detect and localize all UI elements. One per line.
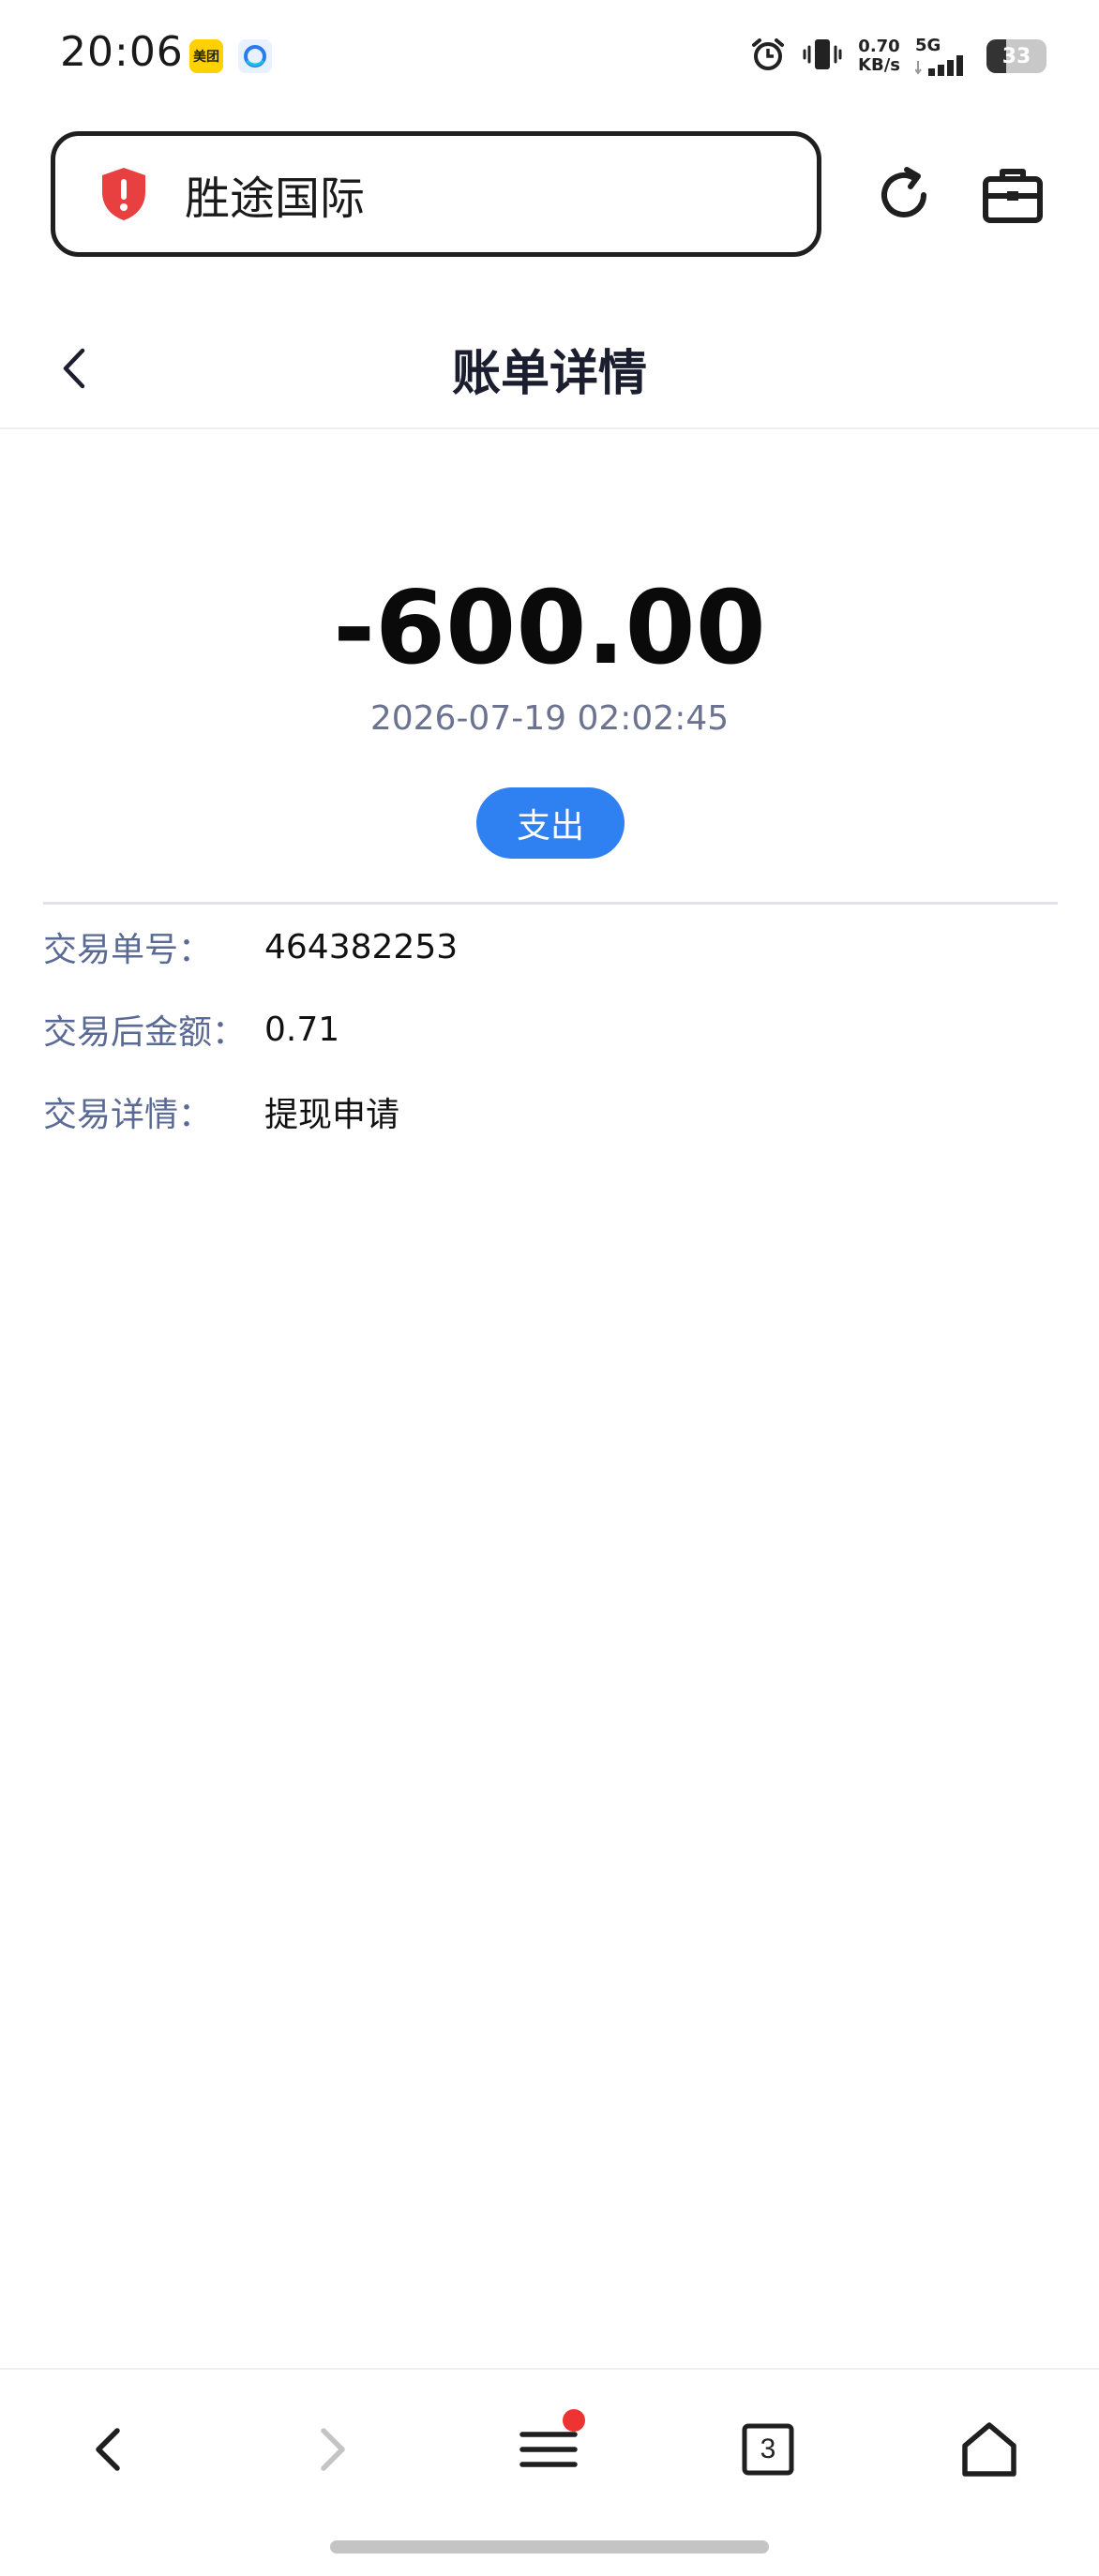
browser-forward-button[interactable]	[289, 2407, 373, 2492]
browser-home-button[interactable]	[947, 2407, 1031, 2492]
page-header: 账单详情	[0, 309, 1099, 429]
network-speed-unit: KB/s	[858, 55, 900, 75]
vibrate-icon	[802, 36, 843, 77]
transaction-type-badge: 支出	[476, 787, 625, 859]
signal-indicator: 5G	[915, 37, 971, 76]
detail-row-description: 交易详情： 提现申请	[43, 1084, 399, 1140]
signal-bars-icon	[915, 55, 963, 76]
detail-row-order-number: 交易单号： 464382253	[43, 919, 458, 975]
balance-after-value: 0.71	[264, 1010, 340, 1049]
description-label: 交易详情：	[43, 1096, 213, 1134]
battery-level: 33	[1001, 44, 1031, 68]
battery-icon: 33	[986, 39, 1046, 73]
toolbox-button[interactable]	[977, 159, 1048, 231]
browser-menu-button[interactable]	[506, 2407, 591, 2492]
transaction-timestamp: 2026-07-19 02:02:45	[369, 699, 730, 738]
browser-bottom-nav: 3	[0, 2368, 1099, 2529]
toolbox-icon	[983, 169, 1043, 223]
status-bar: 20:06 美团 0.70 KB/s 5G 33	[0, 0, 1099, 112]
tab-count: 3	[760, 2434, 776, 2464]
order-number-label: 交易单号：	[43, 931, 213, 969]
transaction-amount: -600.00	[333, 570, 766, 687]
status-icons: 0.70 KB/s 5G 33	[749, 30, 1046, 82]
back-icon	[96, 2428, 120, 2471]
forward-icon	[321, 2428, 345, 2471]
home-icon	[962, 2422, 1016, 2477]
refresh-icon	[881, 167, 926, 217]
browser-back-button[interactable]	[68, 2407, 152, 2492]
page-title: 账单详情	[451, 346, 647, 402]
description-value: 提现申请	[264, 1096, 400, 1134]
meituan-app-icon: 美团	[189, 39, 223, 73]
network-speed: 0.70 KB/s	[858, 37, 900, 75]
divider	[43, 902, 1058, 905]
balance-after-label: 交易后金额：	[43, 1013, 247, 1052]
alarm-icon	[749, 36, 787, 77]
shield-warning-icon[interactable]	[98, 166, 149, 222]
home-indicator[interactable]	[330, 2540, 769, 2554]
notification-dot	[563, 2409, 585, 2432]
browser-tabs-button[interactable]: 3	[726, 2407, 810, 2492]
network-type: 5G	[915, 36, 941, 55]
detail-row-balance-after: 交易后金额： 0.71	[43, 1001, 339, 1057]
order-number-value: 464382253	[264, 927, 459, 966]
address-bar[interactable]: 胜途国际	[51, 131, 821, 257]
refresh-button[interactable]	[868, 159, 940, 231]
site-name[interactable]: 胜途国际	[185, 161, 365, 227]
status-time: 20:06	[60, 28, 184, 76]
qq-browser-app-icon	[238, 39, 272, 73]
network-speed-value: 0.70	[858, 37, 900, 56]
